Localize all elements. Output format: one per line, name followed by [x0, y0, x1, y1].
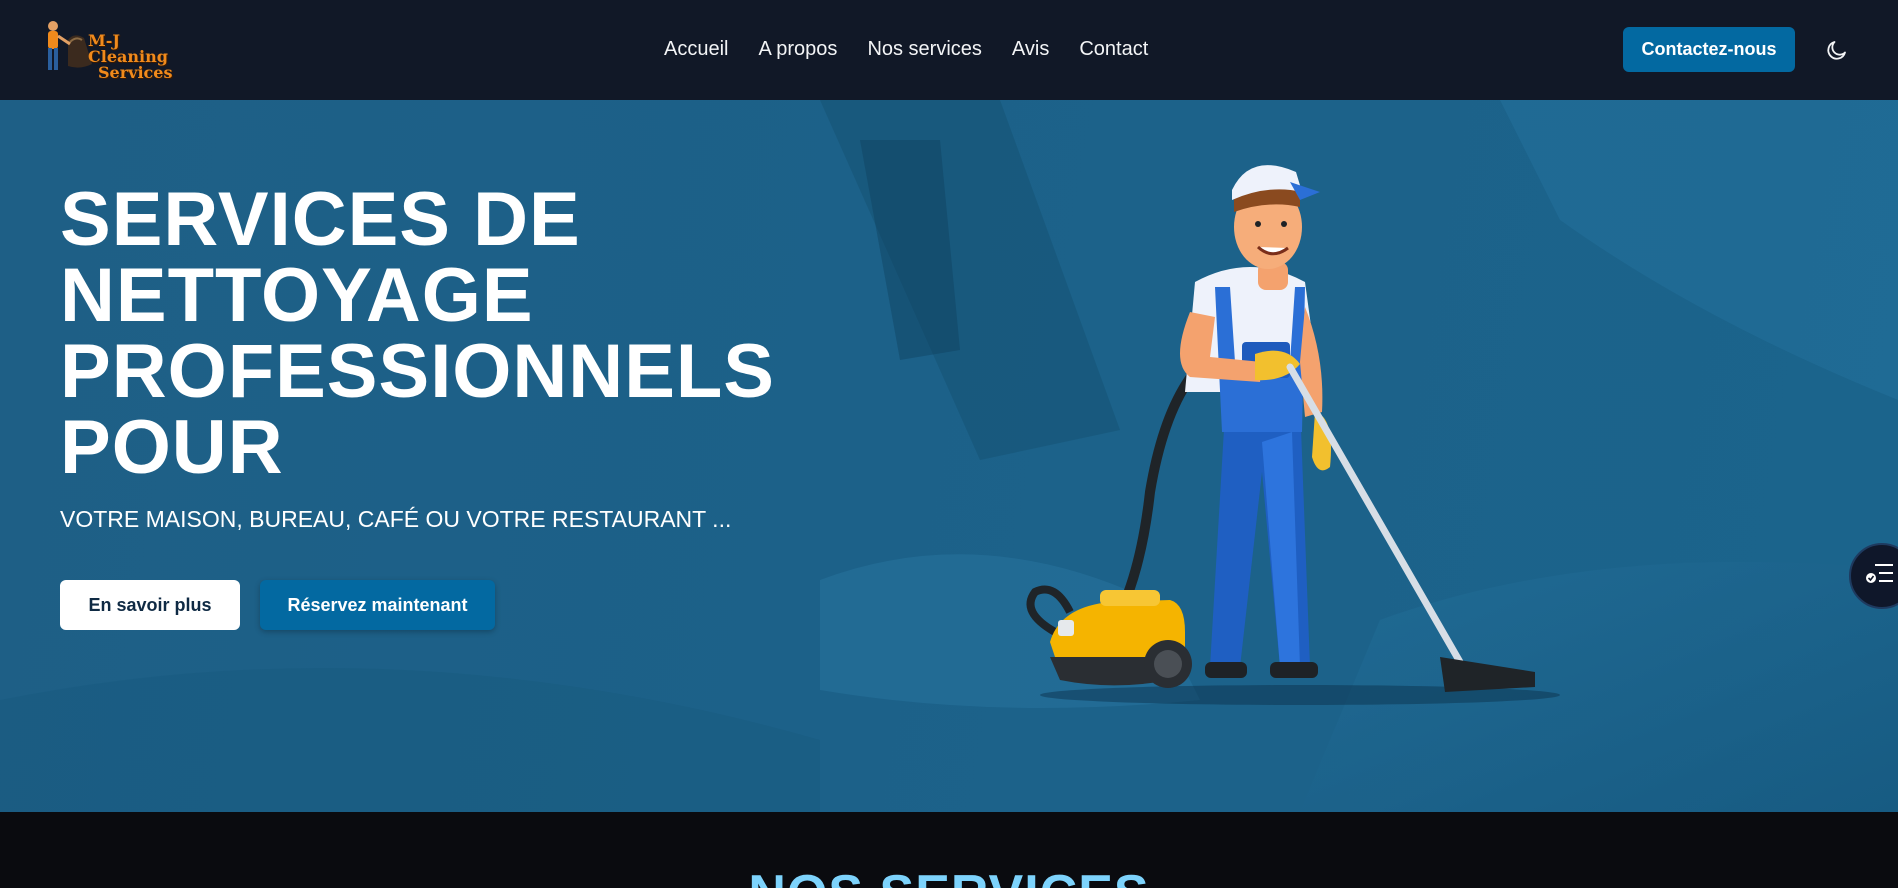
- cleaner-illustration: [1026, 165, 1535, 692]
- hero-title-line: SERVICES DE: [60, 177, 581, 262]
- moon-icon: [1827, 41, 1846, 60]
- logo-text-line1: M-J Cleaning: [88, 31, 168, 66]
- hero-title: SERVICES DE NETTOYAGE PROFESSIONNELS POU…: [60, 182, 820, 486]
- nav-item-a-propos[interactable]: A propos: [758, 38, 837, 61]
- hero-subtitle: VOTRE MAISON, BUREAU, CAFÉ OU VOTRE REST…: [60, 506, 732, 532]
- main-nav: Accueil A propos Nos services Avis Conta…: [664, 38, 1178, 61]
- site-header: M-J Cleaning Services Accueil A propos N…: [0, 0, 1898, 100]
- checklist-icon: [1866, 564, 1893, 583]
- nav-item-nos-services[interactable]: Nos services: [867, 38, 981, 61]
- services-section: NOS SERVICES: [0, 812, 1898, 888]
- logo-text-line2: Services: [98, 63, 173, 82]
- theme-toggle-button[interactable]: [1825, 38, 1849, 62]
- hero-section: SERVICES DE NETTOYAGE PROFESSIONNELS POU…: [0, 100, 1898, 812]
- logo-text: M-J Cleaning Services: [88, 33, 198, 81]
- hero-title-line: POUR: [60, 405, 284, 490]
- book-now-button[interactable]: Réservez maintenant: [260, 580, 495, 630]
- hero-title-line: PROFESSIONNELS: [60, 329, 775, 414]
- nav-item-accueil[interactable]: Accueil: [664, 38, 728, 61]
- brand-logo[interactable]: M-J Cleaning Services: [40, 18, 190, 82]
- contact-us-button[interactable]: Contactez-nous: [1623, 27, 1795, 72]
- nav-item-avis[interactable]: Avis: [1012, 38, 1049, 61]
- hero-title-line: NETTOYAGE: [60, 253, 534, 338]
- learn-more-button[interactable]: En savoir plus: [60, 580, 240, 630]
- nav-item-contact[interactable]: Contact: [1079, 38, 1148, 61]
- services-title: NOS SERVICES: [0, 864, 1898, 888]
